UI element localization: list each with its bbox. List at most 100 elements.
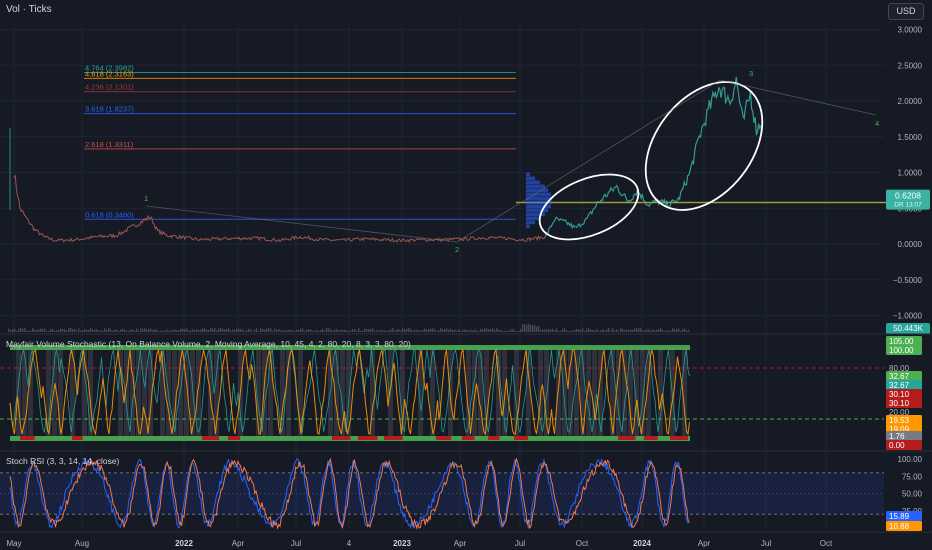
volume-bar <box>214 328 216 332</box>
volume-bar <box>526 324 528 332</box>
volume-bar <box>8 328 10 332</box>
time-axis[interactable]: May Aug 2022 Apr Jul 4 2023 Apr Jul Oct 2024 Apr Jul… <box>0 531 932 548</box>
fib-label: 2.618 (1.3311) <box>85 140 134 149</box>
volume-bar <box>38 329 40 332</box>
volume-bar <box>194 329 196 332</box>
volume-bar <box>130 329 132 332</box>
volume-bar <box>226 329 228 332</box>
volume-bar <box>84 328 86 332</box>
volume-bar <box>518 330 520 332</box>
volume-bar <box>650 330 652 332</box>
volume-bar <box>262 328 264 332</box>
volume-bar <box>484 328 486 332</box>
volume-bar <box>236 328 238 332</box>
volume-bar <box>550 329 552 332</box>
volume-bar <box>464 329 466 332</box>
volume-bar <box>368 328 370 332</box>
volume-bar <box>312 330 314 332</box>
volume-bar <box>646 329 648 332</box>
volume-bar <box>196 329 198 332</box>
volume-bar <box>358 328 360 332</box>
volume-bar <box>184 328 186 332</box>
volume-bar <box>536 326 538 332</box>
lower-band-red <box>644 436 658 440</box>
volume-bar <box>634 328 636 332</box>
volume-bar <box>398 329 400 332</box>
volume-bar <box>332 330 334 332</box>
volume-bar <box>528 324 530 332</box>
stochastic-badge-value: 1.76 <box>889 432 905 441</box>
volume-bar <box>596 329 598 332</box>
time-tick-label: Jul <box>761 539 771 548</box>
volume-bar <box>126 330 128 332</box>
volume-bar <box>144 328 146 332</box>
volume-bar <box>628 329 630 332</box>
volume-bar <box>352 329 354 332</box>
volume-bar <box>672 328 674 332</box>
volume-bar <box>140 328 142 332</box>
volume-profile-bar <box>526 180 540 185</box>
volume-bar <box>234 329 236 332</box>
volume-shade <box>592 348 597 436</box>
volume-bar <box>78 328 80 332</box>
volume-bar <box>20 328 22 332</box>
volume-bar <box>66 330 68 332</box>
volume-bar <box>600 330 602 332</box>
price-axis[interactable]: 3.00002.50002.00001.50001.00000.50000.00… <box>886 26 930 321</box>
volume-bar <box>174 329 176 332</box>
volume-bar <box>76 330 78 332</box>
volume-bar <box>606 329 608 332</box>
rsi-k-value: 15.89 <box>889 512 910 521</box>
volume-profile-bar <box>526 176 535 181</box>
volume-shade <box>556 348 561 436</box>
volume-bar <box>356 330 358 332</box>
volume-bar <box>320 330 322 332</box>
volume-bar <box>154 328 156 332</box>
volume-bar <box>444 328 446 332</box>
stochastic-title[interactable]: Mayfair Volume Stochastic (13, On Balanc… <box>6 339 411 349</box>
volume-strip: 50.443K <box>8 323 930 334</box>
volume-bar <box>480 328 482 332</box>
volume-bar <box>514 330 516 332</box>
stochastic-badge-value: 32.67 <box>889 372 910 381</box>
volume-bar <box>590 329 592 332</box>
volume-bar <box>566 330 568 332</box>
volume-bar <box>588 328 590 332</box>
volume-bar <box>100 330 102 332</box>
volume-bar <box>16 330 18 332</box>
volume-bar <box>146 328 148 332</box>
volume-bar <box>346 330 348 332</box>
volume-profile-bar <box>526 208 548 213</box>
volume-bar <box>56 330 58 332</box>
volume-bar <box>436 330 438 332</box>
volume-profile-bar <box>526 172 530 177</box>
chart-canvas[interactable]: 4.764 (2.3982)4.618 (2.3163)4.236 (2.130… <box>0 0 932 550</box>
volume-bar <box>466 329 468 332</box>
volume-bar <box>666 330 668 332</box>
volume-bar <box>668 330 670 332</box>
volume-bar <box>334 329 336 332</box>
volume-bar <box>564 328 566 332</box>
volume-bar <box>416 329 418 332</box>
lower-band-red <box>202 436 219 440</box>
price-tick-label: −1.0000 <box>893 312 923 321</box>
volume-bar <box>624 330 626 332</box>
volume-bar <box>632 329 634 332</box>
volume-bar <box>520 328 522 332</box>
volume-bar <box>482 329 484 332</box>
volume-profile-bar <box>526 220 535 225</box>
volume-bar <box>36 330 38 332</box>
stochastic-badge-value: 19.53 <box>889 416 910 425</box>
volume-bar <box>304 330 306 332</box>
volume-bar <box>512 328 514 332</box>
volume-bar <box>366 328 368 332</box>
volume-bar <box>608 328 610 332</box>
volume-bar <box>242 329 244 332</box>
volume-bar <box>276 329 278 332</box>
stoch-rsi-title[interactable]: Stoch RSI (3, 3, 14, 14, close) <box>6 456 119 466</box>
annotations: 1 2 3 4 <box>144 69 879 254</box>
volume-bar <box>428 328 430 332</box>
volume-bar <box>210 328 212 332</box>
volume-bar <box>476 330 478 332</box>
volume-bar <box>546 329 548 332</box>
